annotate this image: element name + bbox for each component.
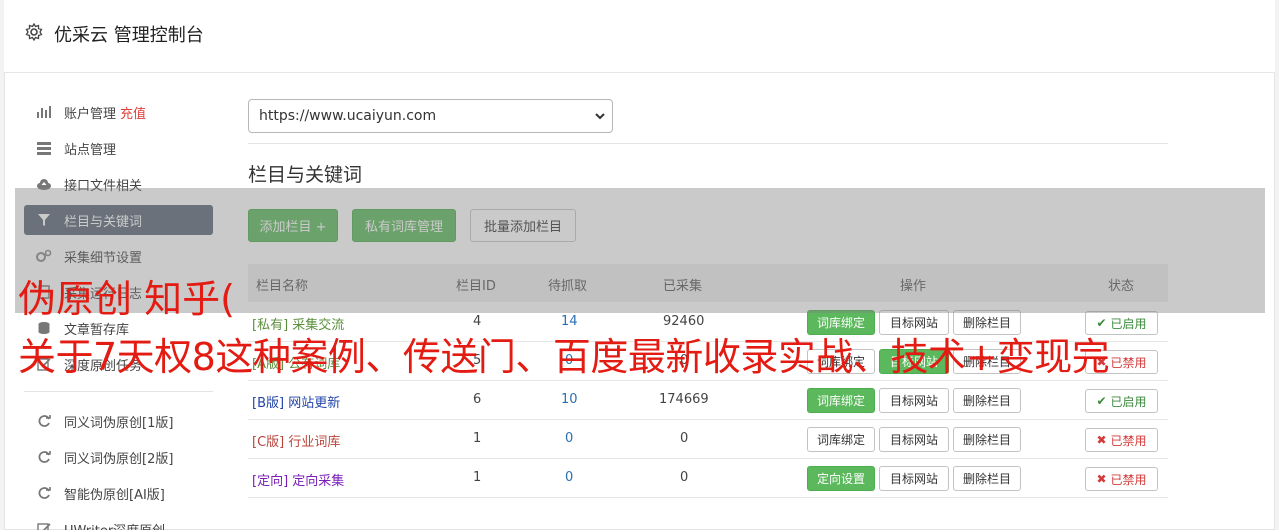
table-row: [定向] 定向采集 1 0 0 定向设置 目标网站 删除栏目 ✖ 已禁用 — [248, 459, 1168, 498]
pending-count[interactable]: 10 — [561, 392, 578, 407]
sidebar-item-label: 智能伪原创[AI版] — [64, 487, 165, 503]
table-row: [B版] 网站更新 6 10 174669 词库绑定 目标网站 删除栏目 ✔ 已… — [248, 381, 1168, 420]
status-toggle[interactable]: ✖ 已禁用 — [1085, 428, 1158, 452]
pencil-icon — [34, 522, 54, 530]
status-toggle[interactable]: ✔ 已启用 — [1085, 389, 1158, 413]
delete-column-button[interactable]: 删除栏目 — [953, 388, 1021, 413]
target-site-button[interactable]: 目标网站 — [879, 427, 949, 452]
column-name-link[interactable]: [定向] 定向采集 — [252, 470, 344, 489]
check-icon: ✔ — [1096, 394, 1107, 408]
column-id: 1 — [473, 431, 482, 446]
column-id: 6 — [473, 392, 482, 407]
watermark-line-1: 伪原创 知乎( — [18, 277, 235, 321]
sidebar-item-account[interactable]: 账户管理 充值 — [24, 97, 213, 127]
status-toggle[interactable]: ✖ 已禁用 — [1085, 467, 1158, 491]
collected-count: 174669 — [659, 392, 709, 407]
column-name-link[interactable]: [C版] 行业词库 — [252, 431, 340, 450]
table-row: [C版] 行业词库 1 0 0 词库绑定 目标网站 删除栏目 ✖ 已禁用 — [248, 420, 1168, 459]
main-divider — [248, 143, 1168, 144]
target-site-button[interactable]: 目标网站 — [879, 388, 949, 413]
sidebar-item-label: 同义词伪原创[2版] — [64, 451, 174, 467]
pending-count[interactable]: 0 — [565, 470, 573, 485]
bar-chart-icon — [34, 105, 54, 119]
sidebar-item-ai-original[interactable]: 智能伪原创[AI版] — [24, 478, 213, 508]
refresh-icon — [34, 450, 54, 464]
sidebar-item-synonym-v2[interactable]: 同义词伪原创[2版] — [24, 442, 213, 472]
bind-lib-button[interactable]: 词库绑定 — [807, 388, 875, 413]
app-title: 优采云 管理控制台 — [54, 25, 204, 46]
column-name-link[interactable]: [B版] 网站更新 — [252, 392, 340, 411]
directed-settings-button[interactable]: 定向设置 — [807, 466, 875, 491]
server-icon — [34, 141, 54, 155]
delete-column-button[interactable]: 删除栏目 — [953, 427, 1021, 452]
section-title: 栏目与关键词 — [248, 164, 363, 186]
pending-count[interactable]: 0 — [565, 431, 573, 446]
chevron-down-icon — [594, 110, 606, 126]
header: 优采云 管理控制台 — [4, 0, 1275, 73]
site-select-value: https://www.ucaiyun.com — [259, 108, 437, 124]
sidebar-item-label: UWriter深度原创 — [64, 520, 165, 530]
gear-icon — [24, 22, 44, 42]
refresh-icon — [34, 486, 54, 500]
watermark-line-2: 关于7天权8这种案例、传送门、百度最新收录实战、技术+变现完 — [18, 335, 1110, 379]
collected-count: 0 — [680, 431, 689, 446]
column-id: 1 — [473, 470, 482, 485]
sidebar-item-sites[interactable]: 站点管理 — [24, 133, 213, 163]
sidebar-item-label: 同义词伪原创[1版] — [64, 415, 174, 431]
x-icon: ✖ — [1096, 472, 1107, 486]
sidebar-item-label: 站点管理 — [64, 142, 117, 158]
site-select[interactable]: https://www.ucaiyun.com — [248, 99, 613, 133]
recharge-link[interactable]: 充值 — [120, 103, 146, 122]
refresh-icon — [34, 414, 54, 428]
delete-column-button[interactable]: 删除栏目 — [953, 466, 1021, 491]
sidebar-item-label: 账户管理 — [64, 106, 117, 122]
sidebar-item-synonym-v1[interactable]: 同义词伪原创[1版] — [24, 406, 213, 436]
sidebar-item-uwriter[interactable]: UWriter深度原创 — [24, 514, 213, 530]
sidebar-divider — [24, 391, 213, 392]
collected-count: 0 — [680, 470, 689, 485]
x-icon: ✖ — [1096, 433, 1107, 447]
bind-lib-button[interactable]: 词库绑定 — [807, 427, 875, 452]
target-site-button[interactable]: 目标网站 — [879, 466, 949, 491]
